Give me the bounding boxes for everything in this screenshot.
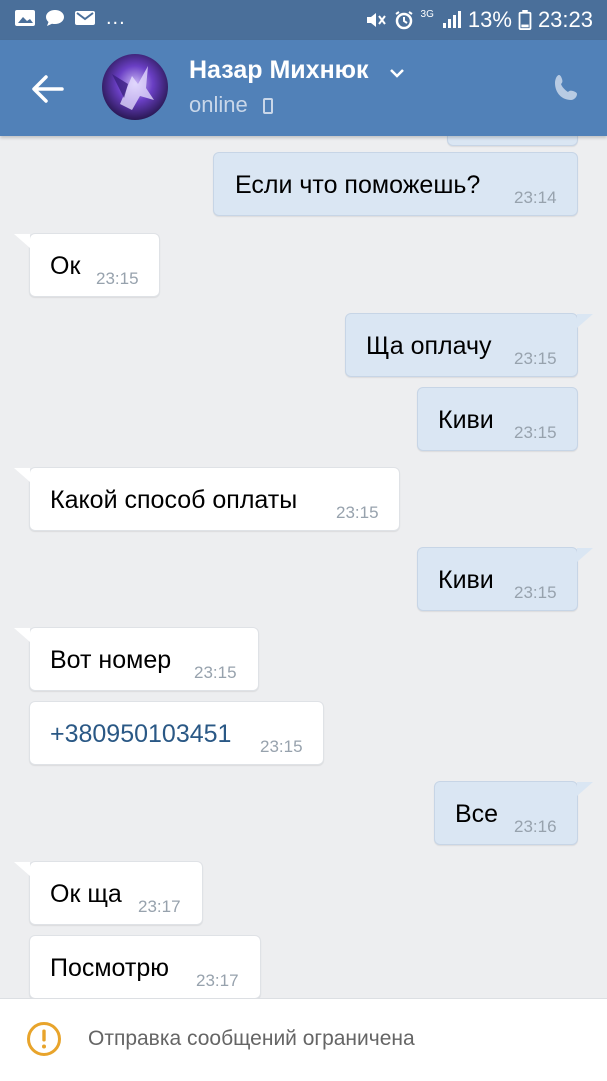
message-time: 23:15 — [514, 349, 557, 368]
bubble-tail — [577, 782, 593, 796]
message-text: Ща оплачу — [366, 332, 492, 360]
back-arrow-icon[interactable] — [30, 74, 64, 104]
message-in[interactable]: Какой способ оплаты 23:15 — [14, 467, 400, 531]
message-in[interactable]: Посмотрю 23:17 — [29, 935, 261, 999]
message-text: Все — [455, 800, 499, 828]
message-text: Какой способ оплаты — [50, 486, 298, 514]
message-text: Если что поможешь? — [235, 171, 481, 199]
message-text: Киви — [438, 406, 494, 434]
message-time: 23:15 — [336, 503, 379, 522]
alarm-icon — [394, 11, 413, 30]
message-out[interactable]: Киви 23:15 — [417, 547, 593, 611]
message-in[interactable]: Вот номер 23:15 — [14, 627, 259, 691]
bubble-tail — [14, 234, 30, 248]
message-text: Ок ща — [50, 880, 122, 908]
signal-icon — [442, 11, 461, 28]
mute-icon — [366, 13, 386, 27]
message-time: 23:17 — [196, 971, 239, 990]
network-type: 3G — [420, 9, 434, 20]
message-time: 23:16 — [514, 817, 557, 836]
message-out[interactable]: Ща оплачу 23:15 — [345, 313, 593, 377]
message-time: 23:15 — [514, 423, 557, 442]
online-status: online — [189, 92, 248, 117]
message-in[interactable]: Ок ща 23:17 — [14, 861, 203, 925]
message-time: 23:15 — [194, 663, 237, 682]
chevron-down-icon[interactable] — [390, 68, 404, 78]
message-text: Киви — [438, 566, 494, 594]
warning-icon — [27, 1022, 61, 1056]
status-bar: ... 3G 13% 23:23 — [0, 0, 607, 40]
mail-icon — [75, 11, 95, 25]
restriction-notice: Отправка сообщений ограничена — [88, 1027, 415, 1050]
message-text: Посмотрю — [50, 954, 170, 982]
restriction-footer: Отправка сообщений ограничена — [0, 998, 607, 1081]
message-out[interactable]: Киви 23:15 — [417, 387, 578, 451]
contact-name[interactable]: Назар Михнюк — [189, 56, 369, 85]
message-time: 23:15 — [96, 269, 139, 288]
message-time: 23:15 — [260, 737, 303, 756]
mobile-device-icon — [263, 98, 273, 114]
phone-number-link[interactable]: +380950103451 — [50, 720, 231, 749]
bubble-tail — [14, 862, 30, 876]
message-out[interactable]: Если что поможешь? 23:14 — [213, 152, 578, 216]
battery-percent: 13% — [467, 7, 512, 32]
clock: 23:23 — [537, 7, 593, 32]
message-out[interactable]: Все 23:16 — [434, 781, 593, 845]
phone-call-icon[interactable] — [552, 73, 582, 103]
gallery-icon — [15, 10, 35, 26]
message-in[interactable]: +380950103451 23:15 — [29, 701, 324, 765]
battery-icon — [518, 10, 532, 30]
message-time: 23:17 — [138, 897, 181, 916]
bubble-tail — [577, 548, 593, 562]
message-time: 23:15 — [514, 583, 557, 602]
more-notifications: ... — [106, 7, 126, 29]
chat-header: Назар Михнюк online — [0, 40, 607, 136]
message-text: Ок — [50, 252, 81, 280]
message-in[interactable]: Ок 23:15 — [14, 233, 160, 297]
avatar[interactable] — [102, 54, 168, 120]
bubble-tail — [577, 314, 593, 328]
bubble-tail — [14, 628, 30, 642]
message-text: Вот номер — [50, 646, 172, 674]
message-time: 23:14 — [514, 188, 557, 207]
bubble-tail — [14, 468, 30, 482]
chat-bubble-icon — [46, 10, 64, 26]
